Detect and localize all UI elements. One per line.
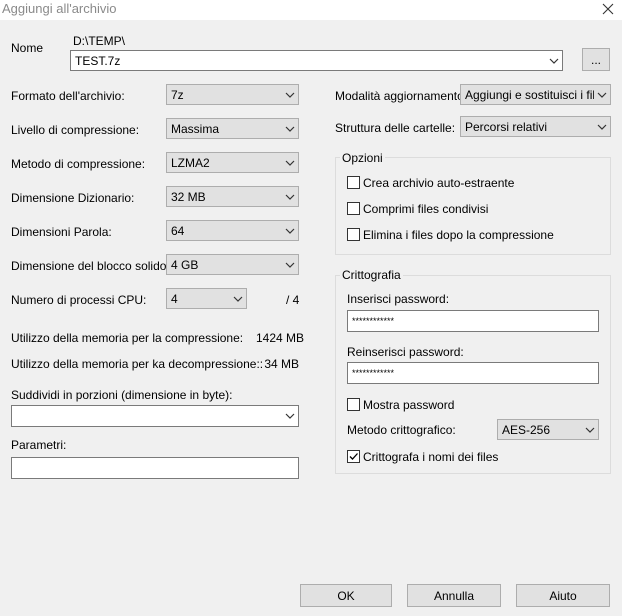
encryption-method-label: Metodo crittografico: — [347, 423, 456, 437]
password-confirm-input[interactable]: ************ — [347, 362, 599, 384]
method-label: Metodo di compressione: — [11, 157, 146, 171]
mem-decomp-value: 34 MB — [264, 357, 299, 371]
shared-checkbox[interactable] — [347, 202, 360, 215]
ok-button[interactable]: OK — [300, 584, 392, 607]
mem-decomp-label: Utilizzo della memoria per ka decompress… — [11, 357, 264, 371]
paths-value: Percorsi relativi — [465, 119, 548, 134]
format-label: Formato dell'archivio: — [11, 89, 125, 103]
word-label: Dimensioni Parola: — [11, 225, 112, 239]
word-select[interactable]: 64 — [166, 220, 299, 241]
checkmark-icon — [349, 453, 358, 460]
close-icon — [602, 3, 614, 15]
cpu-value: 4 — [171, 291, 178, 306]
cpu-select[interactable]: 4 — [166, 288, 247, 309]
chevron-down-icon — [582, 420, 598, 439]
solid-select[interactable]: 4 GB — [166, 254, 299, 275]
close-button[interactable] — [597, 0, 619, 18]
format-select[interactable]: 7z — [166, 84, 299, 105]
shared-label[interactable]: Comprimi files condivisi — [363, 202, 488, 216]
password-value: ************ — [352, 316, 395, 326]
archive-name-value: TEST.7z — [75, 53, 121, 68]
chevron-down-icon — [282, 187, 298, 206]
delete-label[interactable]: Elimina i files dopo la compressione — [363, 228, 554, 242]
cancel-label: Annulla — [433, 588, 475, 603]
chevron-down-icon — [282, 221, 298, 240]
archive-name-combo[interactable]: TEST.7z — [70, 50, 563, 71]
params-label: Parametri: — [11, 438, 67, 452]
encryption-title: Crittografia — [340, 268, 403, 282]
mem-comp-value: 1424 MB — [256, 331, 305, 345]
chevron-down-icon — [282, 255, 298, 274]
dict-select[interactable]: 32 MB — [166, 186, 299, 207]
params-input[interactable] — [11, 457, 299, 479]
name-label: Nome — [11, 41, 44, 55]
show-password-checkbox[interactable] — [347, 398, 360, 411]
sfx-label[interactable]: Crea archivio auto-estraente — [363, 176, 514, 190]
level-select[interactable]: Massima — [166, 118, 299, 139]
password-input[interactable]: ************ — [347, 310, 599, 332]
update-select[interactable]: Aggiungi e sostituisci i files — [460, 84, 611, 105]
encryption-method-value: AES-256 — [502, 422, 551, 437]
ok-label: OK — [337, 588, 355, 603]
encrypt-names-checkbox[interactable] — [347, 450, 360, 463]
help-button[interactable]: Aiuto — [516, 584, 610, 607]
chevron-down-icon[interactable] — [546, 51, 562, 70]
word-value: 64 — [171, 223, 185, 238]
dict-label: Dimensione Dizionario: — [11, 191, 135, 205]
chevron-down-icon[interactable] — [282, 406, 298, 426]
encryption-method-select[interactable]: AES-256 — [497, 419, 599, 440]
window-title: Aggiungi all'archivio — [2, 1, 117, 16]
sfx-checkbox[interactable] — [347, 176, 360, 189]
chevron-down-icon — [282, 119, 298, 138]
solid-value: 4 GB — [171, 257, 199, 272]
split-combo[interactable] — [11, 405, 299, 427]
split-label: Suddividi in porzioni (dimensione in byt… — [11, 388, 233, 402]
chevron-down-icon — [282, 153, 298, 172]
level-value: Massima — [171, 121, 220, 136]
solid-label: Dimensione del blocco solido: — [11, 259, 170, 273]
show-password-label[interactable]: Mostra password — [363, 398, 454, 412]
cpu-label: Numero di processi CPU: — [11, 293, 147, 307]
cpu-total: / 4 — [286, 293, 300, 307]
update-label: Modalità aggiornamento: — [335, 89, 468, 103]
paths-select[interactable]: Percorsi relativi — [460, 116, 611, 137]
paths-label: Struttura delle cartelle: — [335, 121, 456, 135]
mem-comp-label: Utilizzo della memoria per la compressio… — [11, 331, 244, 345]
options-title: Opzioni — [340, 151, 385, 165]
archive-path: D:\TEMP\ — [73, 34, 126, 48]
delete-checkbox[interactable] — [347, 228, 360, 241]
dict-value: 32 MB — [171, 189, 206, 204]
chevron-down-icon — [594, 117, 610, 136]
browse-button[interactable]: ... — [582, 48, 610, 71]
cancel-button[interactable]: Annulla — [407, 584, 501, 607]
browse-label: ... — [590, 52, 601, 67]
password-label: Inserisci password: — [347, 292, 450, 306]
password-confirm-label: Reinserisci password: — [347, 345, 464, 359]
update-value: Aggiungi e sostituisci i files — [465, 87, 594, 102]
format-value: 7z — [171, 87, 184, 102]
encrypt-names-label[interactable]: Crittografa i nomi dei files — [363, 450, 498, 464]
level-label: Livello di compressione: — [11, 123, 140, 137]
method-value: LZMA2 — [171, 155, 210, 170]
chevron-down-icon — [230, 289, 246, 308]
chevron-down-icon — [594, 85, 610, 104]
help-label: Aiuto — [549, 588, 577, 603]
method-select[interactable]: LZMA2 — [166, 152, 299, 173]
password-confirm-value: ************ — [352, 368, 395, 378]
chevron-down-icon — [282, 85, 298, 104]
